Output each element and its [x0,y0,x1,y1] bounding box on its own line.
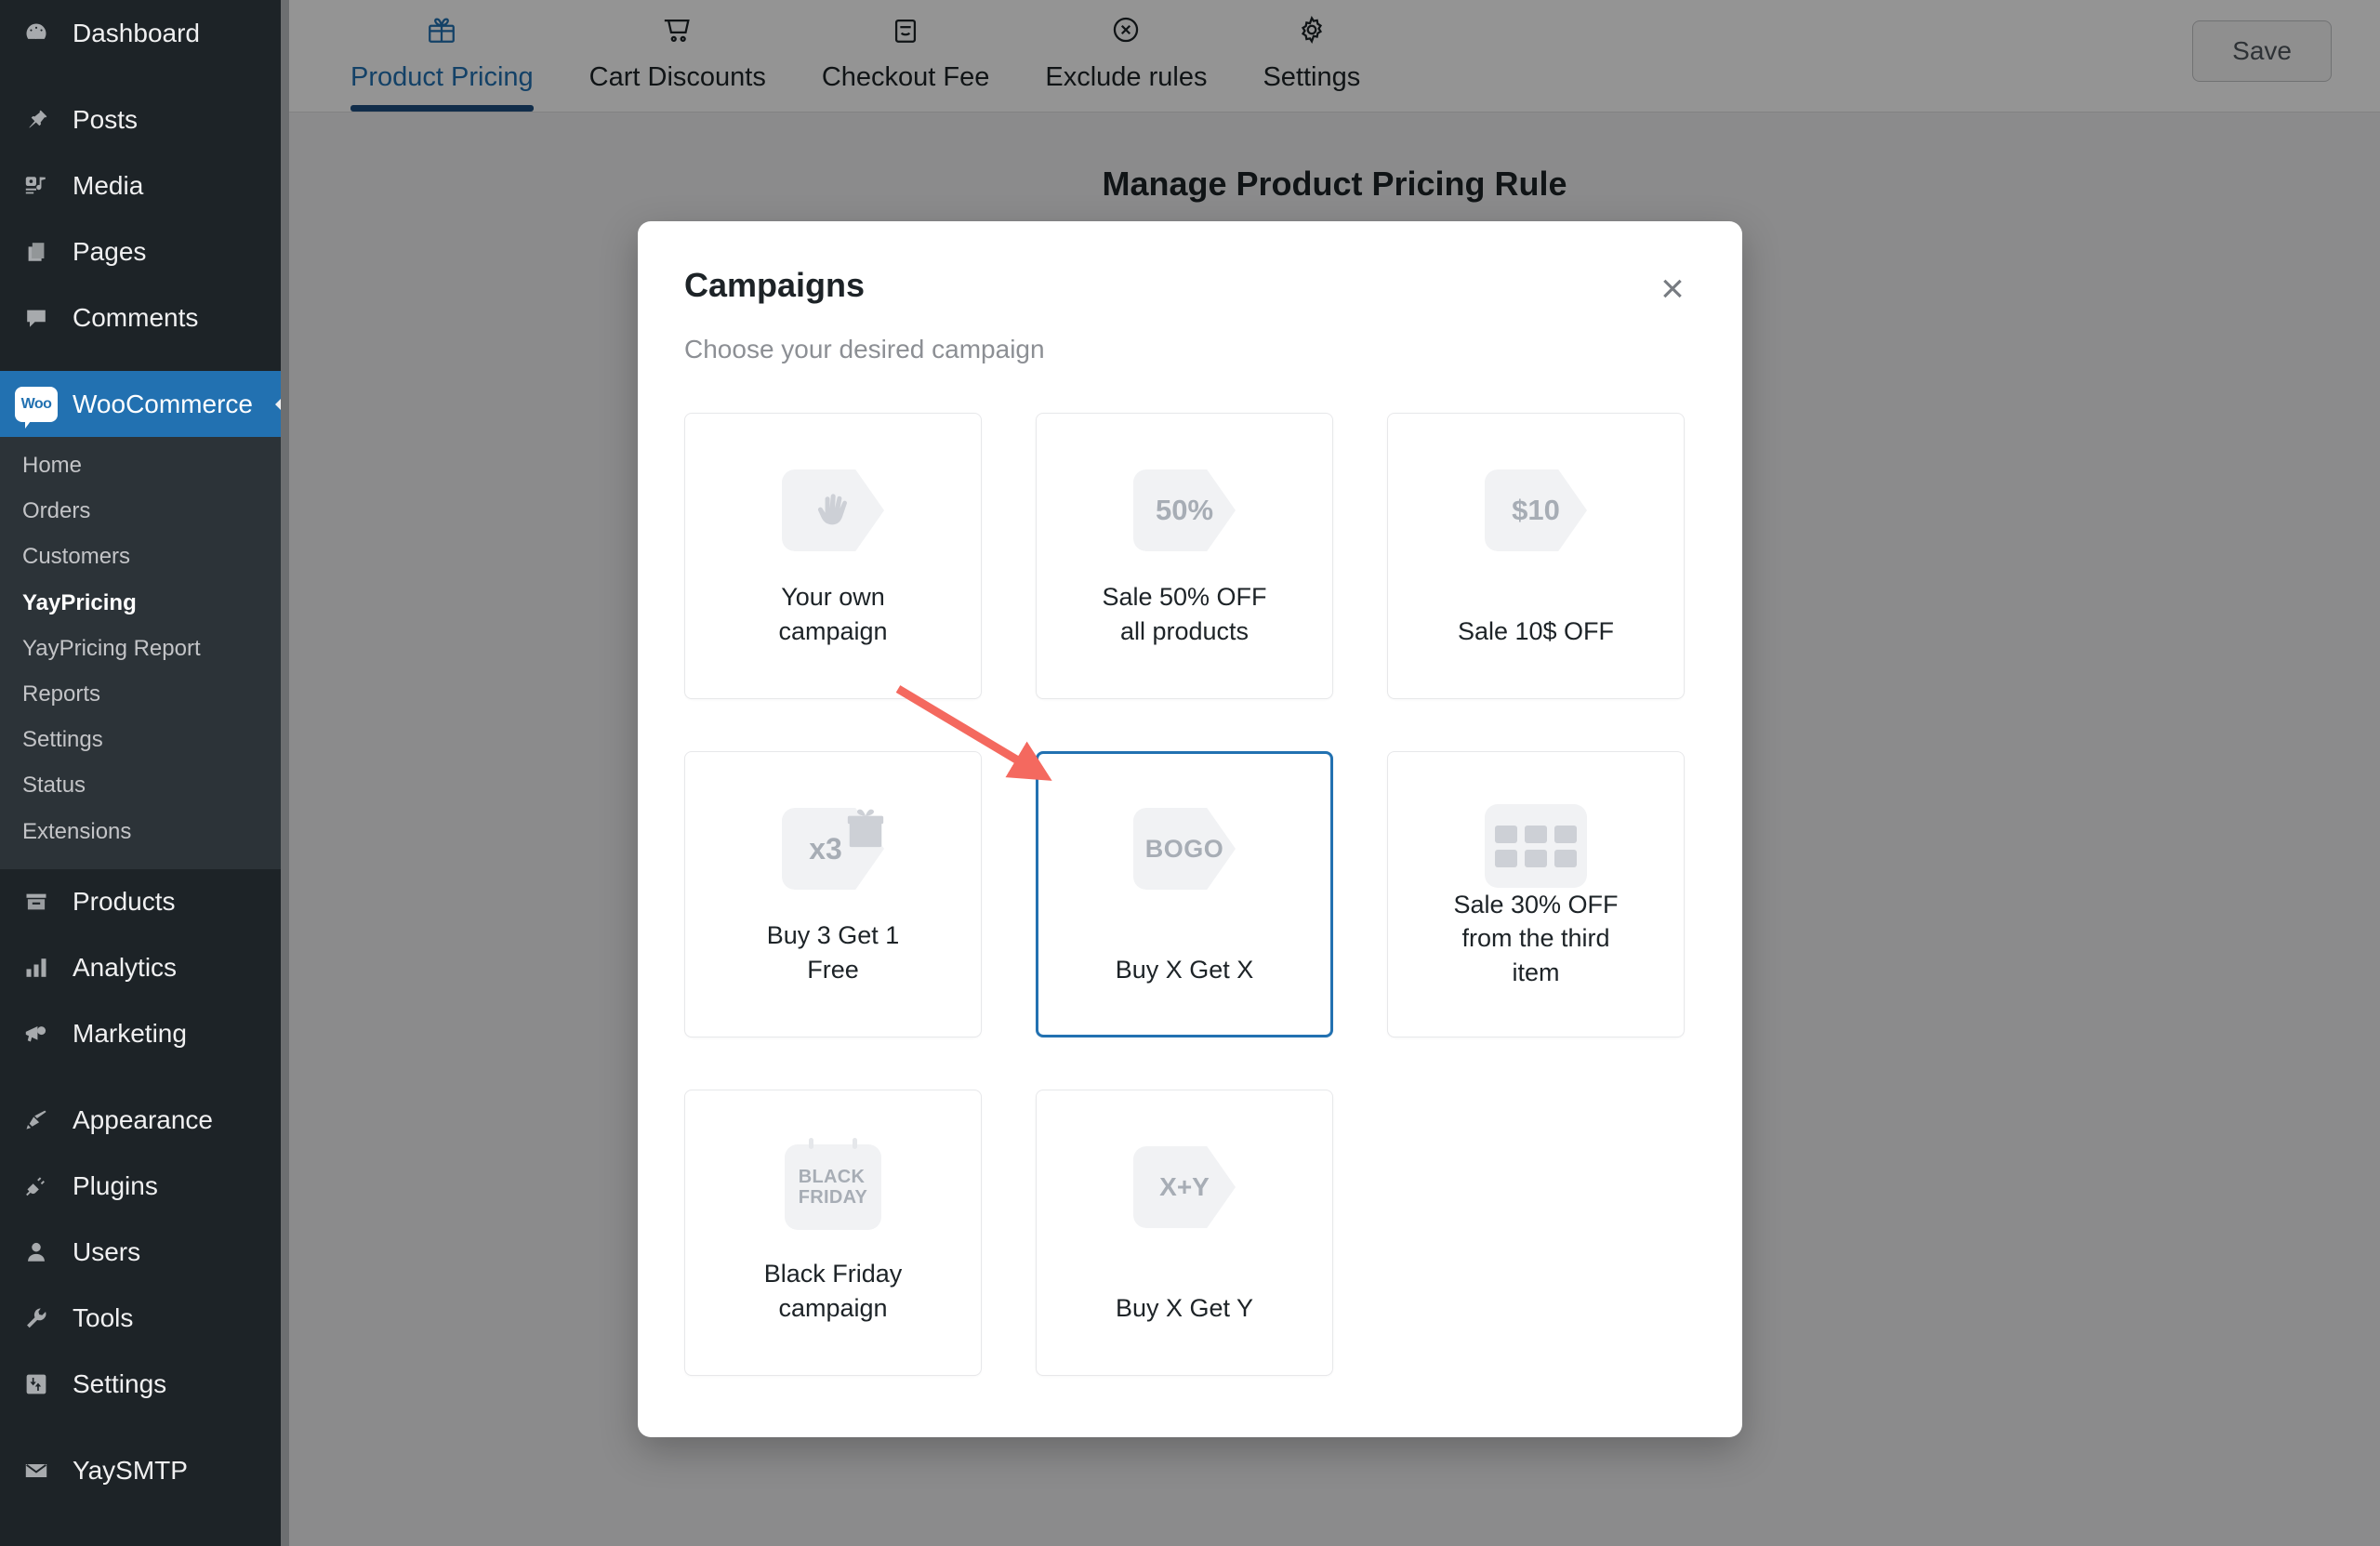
plugins-icon [13,1165,60,1208]
appearance-icon [13,1099,60,1142]
dollar-10-icon: $10 [1485,469,1587,551]
card-icon: x3 [775,804,891,893]
x-plus-y-icon: X+Y [1133,1146,1236,1228]
sidebar-item-label: Dashboard [73,18,200,47]
campaign-card-sale50[interactable]: 50% Sale 50% OFF all products [1036,413,1333,699]
tools-icon [13,1297,60,1340]
sidebar-subitem-extensions[interactable]: Extensions [0,809,289,854]
card-label: Sale 30% OFF from the third item [1453,891,1619,986]
campaign-card-buyxgety[interactable]: X+Y Buy X Get Y [1036,1090,1333,1376]
modal-title: Campaigns [684,266,866,304]
card-label: Your own campaign [778,583,888,645]
sidebar-subitem-home[interactable]: Home [0,443,289,488]
sidebar-item-label: Products [73,887,176,917]
sidebar-subitem-reports[interactable]: Reports [0,671,289,717]
woocommerce-submenu: Home Orders Customers YayPricing YayPric… [0,437,289,869]
sidebar-item-media[interactable]: Media [0,152,289,218]
sidebar-item-products[interactable]: Products [0,869,289,935]
sidebar-item-pages[interactable]: Pages [0,218,289,284]
card-icon: X+Y [1127,1143,1242,1232]
sidebar-subitem-customers[interactable]: Customers [0,534,289,579]
sidebar-divider [0,350,289,371]
card-label: Sale 50% OFF all products [1102,583,1267,645]
sidebar-item-label: Tools [73,1303,134,1333]
sidebar-item-posts[interactable]: Posts [0,86,289,152]
percent-50-icon: 50% [1133,469,1236,551]
pin-icon [13,99,60,141]
sidebar-item-label: Comments [73,302,199,332]
campaign-card-blackfriday[interactable]: BLACK FRIDAY Black Friday campaign [684,1090,982,1376]
sidebar-scrollbar[interactable] [281,0,289,1546]
campaign-card-own[interactable]: Your own campaign [684,413,982,699]
analytics-icon [13,946,60,989]
campaign-card-grid: Your own campaign 50% Sale 50% OFF all pro… [684,413,1696,1376]
card-label: Buy X Get Y [1115,1293,1254,1322]
sidebar-item-yaysmtp[interactable]: YaySMTP [0,1438,289,1504]
sidebar-item-label: YaySMTP [73,1456,188,1486]
pages-icon [13,231,60,273]
sidebar-subitem-orders[interactable]: Orders [0,488,289,534]
campaign-card-buy3get1[interactable]: x3 Buy 3 Get 1 Free [684,751,982,1037]
sidebar-subitem-status[interactable]: Status [0,762,289,808]
grid-icon [1485,804,1587,888]
black-friday-calendar-icon: BLACK FRIDAY [785,1138,881,1230]
campaigns-modal: Campaigns × Choose your desired campaign… [638,221,1742,1437]
sidebar-item-dashboard[interactable]: Dashboard [0,0,289,66]
sidebar-subitem-yaypricing-report[interactable]: YayPricing Report [0,626,289,671]
envelope-icon [13,1449,60,1492]
sidebar-item-label: Pages [73,236,147,266]
card-icon: BLACK FRIDAY [775,1138,891,1232]
sidebar-divider [0,1418,289,1438]
comment-icon [13,297,60,339]
card-icon [1478,804,1593,888]
card-icon [775,466,891,555]
sidebar-divider [0,66,289,86]
sidebar-item-comments[interactable]: Comments [0,284,289,350]
campaign-card-bogo[interactable]: BOGO Buy X Get X [1036,751,1333,1037]
dashboard-icon [13,12,60,55]
sidebar-item-label: Media [73,170,144,200]
sidebar-item-label: Marketing [73,1019,187,1049]
sidebar-item-label: WooCommerce [73,389,253,418]
sidebar-divider [0,1067,289,1088]
card-label: Buy X Get X [1115,955,1254,984]
sidebar-item-label: Plugins [73,1171,158,1201]
campaign-card-sale10[interactable]: $10 Sale 10$ OFF [1387,413,1685,699]
users-icon [13,1231,60,1274]
sidebar-subitem-settings[interactable]: Settings [0,717,289,762]
close-icon[interactable]: × [1647,264,1698,314]
sidebar-item-label: Posts [73,104,139,134]
card-label: Sale 10$ OFF [1457,616,1615,645]
sidebar-item-users[interactable]: Users [0,1220,289,1286]
sidebar-item-plugins[interactable]: Plugins [0,1154,289,1220]
woo-badge-label: Woo [15,386,58,429]
card-icon: $10 [1478,466,1593,555]
modal-subtitle: Choose your desired campaign [684,335,1045,363]
card-icon: 50% [1127,466,1242,555]
sidebar-item-label: Appearance [73,1105,214,1135]
hand-icon [782,469,884,551]
admin-sidebar: Dashboard Posts Media Pages Comments Woo… [0,0,289,1546]
sidebar-item-label: Settings [73,1369,167,1399]
sidebar-item-appearance[interactable]: Appearance [0,1088,289,1154]
settings-icon [13,1363,60,1406]
sidebar-subitem-yaypricing[interactable]: YayPricing [0,580,289,626]
sidebar-item-settings[interactable]: Settings [0,1352,289,1418]
card-icon: BOGO [1127,804,1242,893]
card-label: Buy 3 Get 1 Free [766,921,900,984]
sidebar-item-label: Analytics [73,953,178,983]
campaign-card-third30[interactable]: Sale 30% OFF from the third item [1387,751,1685,1037]
gift-icon [844,806,887,852]
woocommerce-icon: Woo [13,383,60,429]
card-label: Black Friday campaign [763,1260,903,1322]
sidebar-item-analytics[interactable]: Analytics [0,935,289,1001]
sidebar-item-tools[interactable]: Tools [0,1286,289,1352]
bogo-icon: BOGO [1133,808,1236,890]
marketing-icon [13,1012,60,1055]
media-icon [13,165,60,207]
sidebar-item-label: Users [73,1237,141,1267]
products-icon [13,880,60,923]
sidebar-item-woocommerce[interactable]: Woo WooCommerce [0,371,289,437]
sidebar-item-marketing[interactable]: Marketing [0,1001,289,1067]
